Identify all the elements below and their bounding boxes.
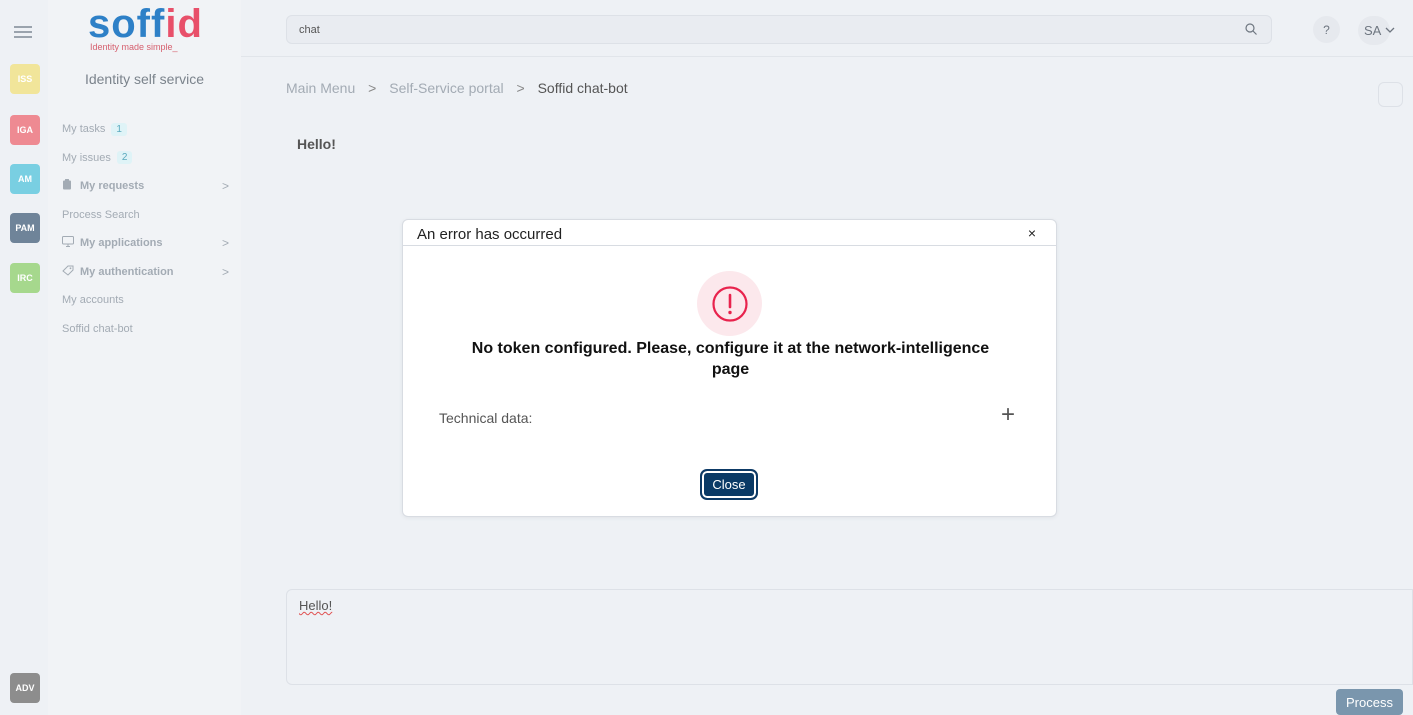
sidebar-item-label: My tasks <box>62 123 106 136</box>
expand-technical-data-icon[interactable]: + <box>1001 403 1015 427</box>
process-button[interactable]: Process <box>1336 689 1403 715</box>
chevron-right-icon: > <box>221 179 229 194</box>
clipboard-icon <box>62 179 76 193</box>
sidebar-item-my-accounts[interactable]: My accounts <box>62 286 237 315</box>
sidebar-item-my-applications[interactable]: My applications > <box>62 229 237 258</box>
sidebar-item-process-search[interactable]: Process Search <box>62 201 237 230</box>
logo-word-part-a: soff <box>88 2 166 46</box>
close-button[interactable]: Close <box>700 469 758 500</box>
rail-item-adv[interactable]: ADV <box>10 673 40 703</box>
close-icon[interactable]: × <box>1028 225 1036 241</box>
help-button[interactable]: ? <box>1313 16 1340 43</box>
sidebar-item-label: My applications <box>80 237 163 250</box>
rail-item-iga[interactable]: IGA <box>10 115 40 145</box>
sidebar-item-label: Soffid chat-bot <box>62 322 133 335</box>
rail-item-am[interactable]: AM <box>10 164 40 194</box>
search-bar <box>286 15 1272 44</box>
search-input[interactable] <box>287 16 1217 43</box>
sidebar-item-label: My requests <box>80 180 145 193</box>
tag-icon <box>62 265 76 279</box>
breadcrumb-separator: > <box>368 80 377 96</box>
error-message: No token configured. Please, configure i… <box>471 340 990 378</box>
chevron-right-icon: > <box>221 236 229 251</box>
page-options-button[interactable] <box>1378 82 1403 107</box>
rail-item-pam[interactable]: PAM <box>10 213 40 243</box>
breadcrumb-separator: > <box>516 80 525 96</box>
search-icon[interactable] <box>1245 23 1257 35</box>
rail-item-irc[interactable]: IRC <box>10 263 40 293</box>
sidebar-item-label: Process Search <box>62 208 140 221</box>
app-rail: ISS IGA AM PAM IRC ADV <box>0 0 48 715</box>
dialog-header: An error has occurred × <box>403 220 1056 246</box>
header-divider <box>241 56 1413 57</box>
sidebar: soffid Identity made simple_ Identity se… <box>48 0 241 715</box>
dialog-title: An error has occurred <box>417 226 563 243</box>
breadcrumb: Main Menu > Self-Service portal > Soffid… <box>286 80 628 96</box>
user-initials: SA <box>1364 23 1382 38</box>
chevron-down-icon <box>1385 25 1395 36</box>
sidebar-item-my-issues[interactable]: My issues 2 <box>62 144 237 173</box>
count-badge: 2 <box>116 151 133 165</box>
chevron-right-icon: > <box>221 264 229 279</box>
sidebar-item-label: My issues <box>62 151 111 164</box>
sidebar-menu: My tasks 1 My issues 2 My requests > Pro… <box>62 115 237 343</box>
error-icon <box>697 271 762 336</box>
chat-input-text: Hello! <box>299 598 333 613</box>
sidebar-item-my-authentication[interactable]: My authentication > <box>62 258 237 287</box>
sidebar-item-label: My accounts <box>62 294 124 307</box>
count-badge: 1 <box>111 122 127 136</box>
menu-icon[interactable] <box>14 26 32 38</box>
chat-message: Hello! <box>297 136 336 152</box>
sidebar-item-my-requests[interactable]: My requests > <box>62 172 237 201</box>
logo-word-part-b: id <box>165 2 203 46</box>
sidebar-item-my-tasks[interactable]: My tasks 1 <box>62 115 237 144</box>
breadcrumb-main-menu[interactable]: Main Menu <box>286 80 355 96</box>
sidebar-item-soffid-chat-bot[interactable]: Soffid chat-bot <box>62 315 237 344</box>
error-dialog: An error has occurred × No token configu… <box>402 219 1057 517</box>
sidebar-title: Identity self service <box>84 71 205 87</box>
user-menu-button[interactable]: SA <box>1358 16 1395 45</box>
monitor-icon <box>62 236 76 250</box>
breadcrumb-current: Soffid chat-bot <box>537 80 628 96</box>
breadcrumb-self-service-portal[interactable]: Self-Service portal <box>389 80 503 96</box>
soffid-logo[interactable]: soffid Identity made simple_ <box>88 4 218 56</box>
technical-data-label: Technical data: <box>439 410 533 426</box>
sidebar-item-label: My authentication <box>80 265 174 278</box>
chat-input[interactable]: Hello! <box>286 589 1413 685</box>
rail-item-iss[interactable]: ISS <box>10 64 40 94</box>
